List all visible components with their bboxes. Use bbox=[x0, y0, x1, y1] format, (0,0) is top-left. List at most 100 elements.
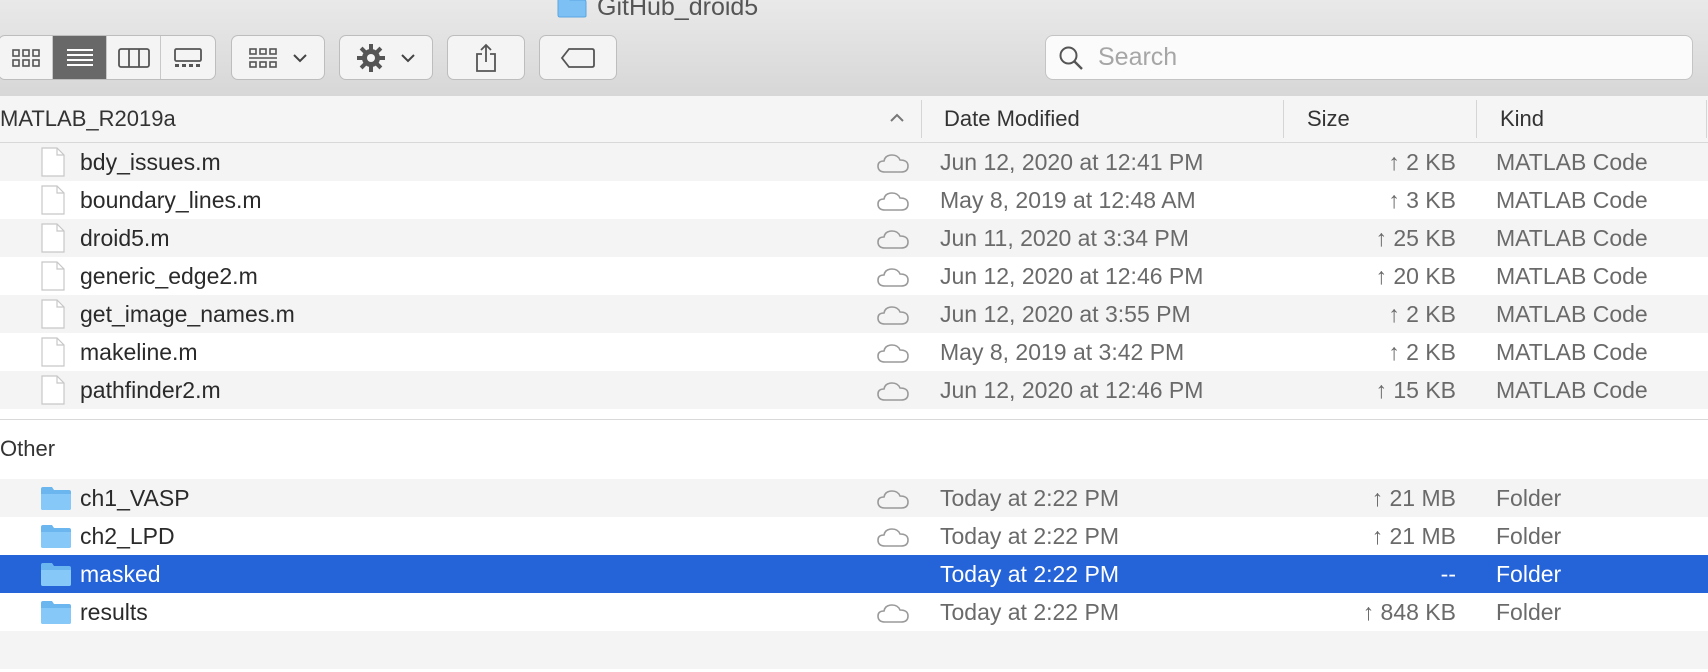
document-icon bbox=[41, 375, 65, 405]
view-mode-control bbox=[0, 35, 216, 80]
column-kind-label: Kind bbox=[1500, 106, 1545, 131]
icloud-upload-icon bbox=[877, 192, 909, 211]
columns-icon bbox=[117, 47, 150, 68]
folder-row[interactable]: masked Today at 2:22 PM -- Folder bbox=[0, 555, 1708, 593]
icloud-upload-icon bbox=[877, 230, 909, 249]
gear-icon bbox=[357, 43, 385, 72]
folder-row[interactable]: results Today at 2:22 PM ↑ 848 KB Folder bbox=[0, 593, 1708, 631]
column-divider[interactable] bbox=[1476, 100, 1477, 138]
cloud-status[interactable] bbox=[876, 526, 910, 554]
group-by-button[interactable] bbox=[231, 35, 325, 80]
item-size: ↑ 15 KB bbox=[1375, 377, 1456, 403]
item-name: pathfinder2.m bbox=[80, 377, 221, 403]
share-button[interactable] bbox=[447, 35, 525, 80]
file-list: bdy_issues.m Jun 12, 2020 at 12:41 PM ↑ 2 … bbox=[0, 143, 1708, 669]
cloud-status[interactable] bbox=[876, 304, 910, 332]
item-date: Today at 2:22 PM bbox=[940, 523, 1119, 549]
item-size: ↑ 2 KB bbox=[1388, 301, 1456, 327]
file-row[interactable]: pathfinder2.m Jun 12, 2020 at 12:46 PM ↑ 1… bbox=[0, 371, 1708, 409]
icloud-upload-icon bbox=[877, 154, 909, 173]
row-icon bbox=[40, 261, 66, 297]
row-icon bbox=[40, 223, 66, 259]
cloud-status[interactable] bbox=[876, 488, 910, 516]
cloud-status[interactable] bbox=[876, 342, 910, 370]
row-icon bbox=[40, 597, 72, 631]
item-date: Jun 12, 2020 at 3:55 PM bbox=[940, 301, 1191, 327]
item-kind: MATLAB Code bbox=[1496, 263, 1648, 289]
chevron-down-icon bbox=[293, 53, 307, 62]
row-icon bbox=[40, 299, 66, 335]
column-size-header[interactable]: Size bbox=[1307, 96, 1350, 142]
item-size: ↑ 2 KB bbox=[1388, 339, 1456, 365]
action-button[interactable] bbox=[339, 35, 433, 80]
item-name: results bbox=[80, 599, 148, 625]
folder-row[interactable]: ch1_VASP Today at 2:22 PM ↑ 21 MB Folder bbox=[0, 479, 1708, 517]
column-divider[interactable] bbox=[1283, 100, 1284, 138]
icloud-upload-icon bbox=[877, 382, 909, 401]
row-icon bbox=[40, 337, 66, 373]
item-date: May 8, 2019 at 12:48 AM bbox=[940, 187, 1196, 213]
item-size: ↑ 848 KB bbox=[1362, 599, 1456, 625]
folder-icon bbox=[557, 0, 587, 18]
list-icon bbox=[66, 48, 93, 66]
icloud-upload-icon bbox=[877, 604, 909, 623]
item-date: Jun 12, 2020 at 12:41 PM bbox=[940, 149, 1204, 175]
icon-view-button[interactable] bbox=[0, 36, 53, 79]
tag-icon bbox=[560, 47, 595, 68]
item-date: Today at 2:22 PM bbox=[940, 599, 1119, 625]
file-row[interactable]: boundary_lines.m May 8, 2019 at 12:48 AM ↑… bbox=[0, 181, 1708, 219]
cloud-status[interactable] bbox=[876, 602, 910, 630]
item-name: get_image_names.m bbox=[80, 301, 295, 327]
gallery-view-button[interactable] bbox=[161, 36, 215, 79]
item-kind: MATLAB Code bbox=[1496, 187, 1648, 213]
search-input[interactable] bbox=[1096, 42, 1660, 73]
row-icon bbox=[40, 483, 72, 517]
sort-ascending-icon[interactable] bbox=[889, 112, 905, 124]
item-kind: MATLAB Code bbox=[1496, 377, 1648, 403]
item-kind: MATLAB Code bbox=[1496, 301, 1648, 327]
file-row[interactable]: bdy_issues.m Jun 12, 2020 at 12:41 PM ↑ 2 … bbox=[0, 143, 1708, 181]
cloud-status[interactable] bbox=[876, 190, 910, 218]
cloud-status[interactable] bbox=[876, 266, 910, 294]
icon-grid-icon bbox=[11, 48, 40, 67]
column-name-header[interactable]: MATLAB_R2019a bbox=[0, 96, 176, 142]
column-divider[interactable] bbox=[921, 100, 922, 138]
column-header: MATLAB_R2019a Date Modified Size Kind bbox=[0, 96, 1708, 143]
item-date: Jun 12, 2020 at 12:46 PM bbox=[940, 263, 1204, 289]
cloud-status[interactable] bbox=[876, 152, 910, 180]
group-header-label: Other bbox=[0, 436, 56, 461]
file-row[interactable]: droid5.m Jun 11, 2020 at 3:34 PM ↑ 25 KB MA… bbox=[0, 219, 1708, 257]
cloud-status[interactable] bbox=[876, 380, 910, 408]
column-date-header[interactable]: Date Modified bbox=[944, 96, 1080, 142]
item-size: ↑ 3 KB bbox=[1388, 187, 1456, 213]
folder-icon bbox=[41, 601, 71, 624]
item-name: bdy_issues.m bbox=[80, 149, 221, 175]
group-divider bbox=[0, 409, 1708, 429]
cloud-status[interactable] bbox=[876, 228, 910, 256]
item-kind: Folder bbox=[1496, 561, 1562, 587]
icloud-upload-icon bbox=[877, 344, 909, 363]
item-size: -- bbox=[1440, 561, 1456, 587]
search-field[interactable] bbox=[1045, 35, 1693, 80]
column-date-label: Date Modified bbox=[944, 106, 1080, 131]
file-row[interactable]: makeline.m May 8, 2019 at 3:42 PM ↑ 2 KB MA… bbox=[0, 333, 1708, 371]
item-date: Jun 11, 2020 at 3:34 PM bbox=[940, 225, 1189, 251]
document-icon bbox=[41, 223, 65, 253]
file-row[interactable]: generic_edge2.m Jun 12, 2020 at 12:46 PM ↑… bbox=[0, 257, 1708, 295]
gallery-icon bbox=[174, 47, 202, 67]
toolbar: GitHub_droid5 bbox=[0, 0, 1708, 97]
window-title: GitHub_droid5 bbox=[557, 0, 758, 22]
item-size: ↑ 2 KB bbox=[1388, 149, 1456, 175]
document-icon bbox=[41, 299, 65, 329]
icloud-upload-icon bbox=[877, 306, 909, 325]
file-row[interactable]: get_image_names.m Jun 12, 2020 at 3:55 PM… bbox=[0, 295, 1708, 333]
column-kind-header[interactable]: Kind bbox=[1500, 96, 1544, 142]
column-view-button[interactable] bbox=[107, 36, 161, 79]
icloud-upload-icon bbox=[877, 268, 909, 287]
column-size-label: Size bbox=[1307, 106, 1350, 131]
tag-button[interactable] bbox=[539, 35, 617, 80]
column-divider[interactable] bbox=[1706, 100, 1707, 138]
folder-row[interactable]: ch2_LPD Today at 2:22 PM ↑ 21 MB Folder bbox=[0, 517, 1708, 555]
list-view-button[interactable] bbox=[53, 36, 107, 79]
